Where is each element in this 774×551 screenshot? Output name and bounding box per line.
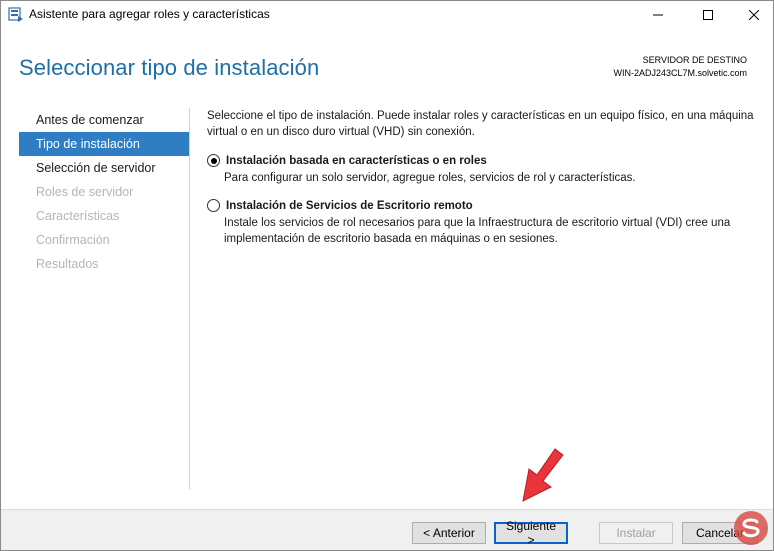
solvetic-logo-icon [734,511,768,545]
previous-button[interactable]: < Anterior [412,522,486,544]
step-features: Características [36,209,120,223]
sidebar-divider [189,108,190,489]
close-button[interactable] [731,1,773,28]
step-confirmation: Confirmación [36,233,110,247]
step-server-selection[interactable]: Selección de servidor [19,156,189,180]
page-title: Seleccionar tipo de instalación [19,55,320,80]
content-panel: Seleccione el tipo de instalación. Puede… [207,108,757,247]
radio-role-based[interactable] [207,154,220,167]
minimize-button[interactable] [635,1,681,28]
option-remote-desktop-title[interactable]: Instalación de Servicios de Escritorio r… [226,200,473,212]
option-remote-desktop[interactable]: Instalación de Servicios de Escritorio r… [207,199,757,247]
install-button: Instalar [599,522,673,544]
step-server-roles: Roles de servidor [36,185,134,199]
maximize-button[interactable] [685,1,731,28]
close-icon [749,9,759,20]
option-remote-desktop-description: Instale los servicios de rol necesarios … [224,217,731,245]
radio-remote-desktop[interactable] [207,199,220,212]
step-before-you-begin[interactable]: Antes de comenzar [19,108,189,132]
window-title: Asistente para agregar roles y caracterí… [29,7,270,21]
maximize-icon [703,9,713,20]
red-arrow-icon [522,448,564,502]
wizard-steps-sidebar: Antes de comenzar Tipo de instalación Se… [19,108,189,276]
step-installation-type[interactable]: Tipo de instalación [19,132,189,156]
destination-server-label: SERVIDOR DE DESTINO [642,55,747,65]
wizard-window: Asistente para agregar roles y caracterí… [0,0,774,551]
footer-bar: < Anterior Siguiente > Instalar Cancelar [1,510,773,550]
option-role-based-title[interactable]: Instalación basada en características o … [226,155,487,167]
option-role-based-description: Para configurar un solo servidor, agregu… [224,172,636,184]
minimize-icon [653,14,663,15]
next-button[interactable]: Siguiente > [494,519,568,547]
intro-text: Seleccione el tipo de instalación. Puede… [207,110,754,138]
title-bar[interactable]: Asistente para agregar roles y caracterí… [1,1,773,28]
destination-server-name: WIN-2ADJ243CL7M.solvetic.com [613,68,747,78]
option-role-based[interactable]: Instalación basada en características o … [207,154,757,186]
step-results: Resultados [36,257,99,271]
server-manager-icon [8,6,24,22]
